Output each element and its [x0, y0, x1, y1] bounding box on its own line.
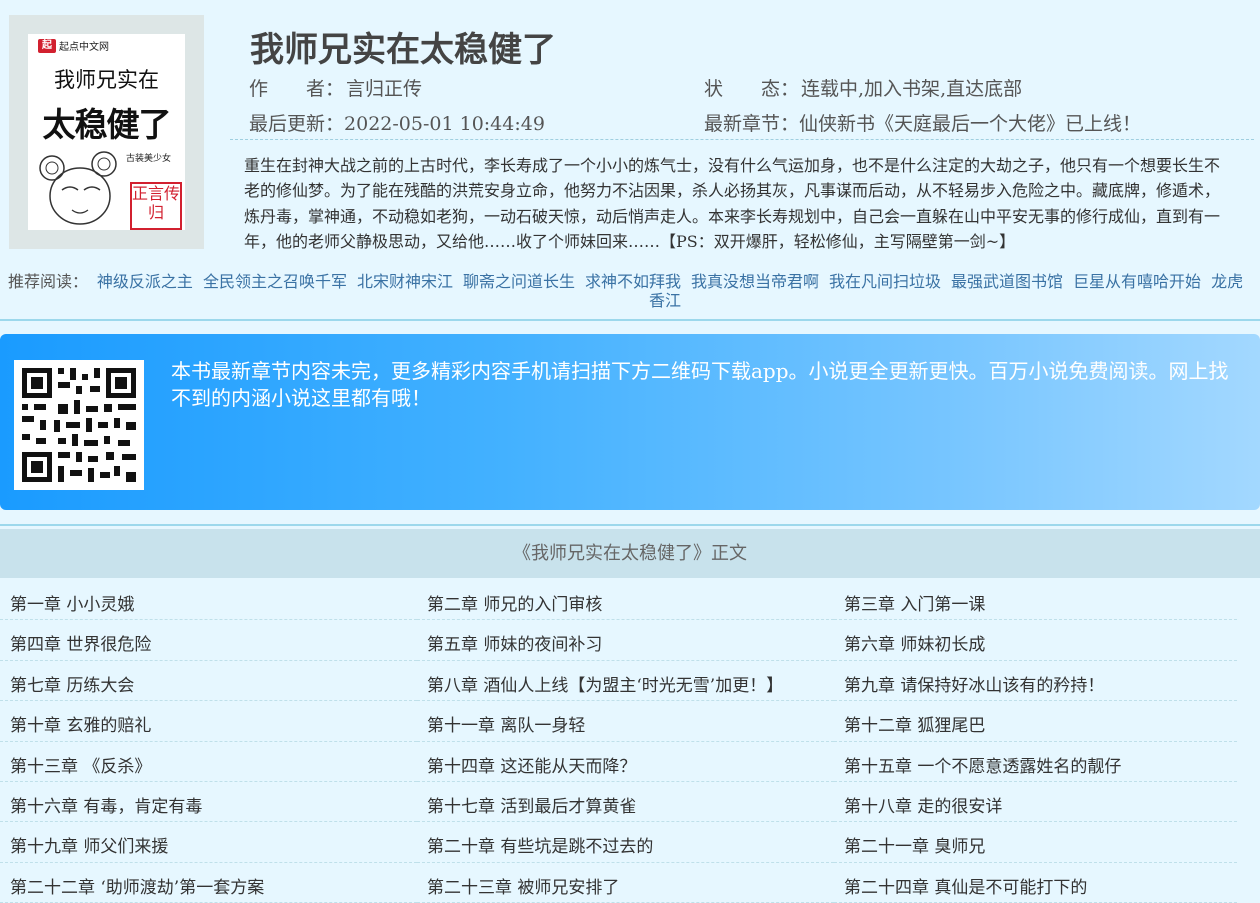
recommend-link[interactable]: 巨星从有嘻哈开始: [1073, 272, 1201, 291]
recommend-bar: 推荐阅读： 神级反派之主 全民领主之召唤千军 北宋财神宋江 聊斋之问道长生 求神不如拜我…: [0, 272, 1250, 310]
chapter-link[interactable]: 第十五章 一个不愿意透露姓名的靓仔: [834, 742, 1237, 782]
chapter-row: 第十三章 《反杀》 第十四章 这还能从天而降？ 第十五章 一个不愿意透露姓名的靓…: [0, 742, 1260, 782]
recommend-link[interactable]: 北宋财神宋江: [357, 272, 453, 291]
update-label: 最后更新：: [249, 113, 345, 135]
chapter-link[interactable]: 第一章 小小灵娥: [0, 580, 417, 621]
chapter-link[interactable]: 第三章 入门第一课: [834, 580, 1237, 621]
book-intro: 重生在封神大战之前的上古时代，李长寿成了一个小小的炼气士，没有什么气运加身，也不…: [244, 156, 1221, 251]
cover-title-line2: 太稳健了: [42, 105, 172, 144]
publisher-logo-text: 起点中文网: [59, 42, 109, 53]
chapter-link[interactable]: 第二十章 有些坑是跳不过去的: [417, 822, 834, 863]
latest-chapter-link[interactable]: 仙侠新书《天庭最后一个大佬》已上线！: [799, 113, 1141, 135]
latest-chapter-row: 最新章节：仙侠新书《天庭最后一个大佬》已上线！: [704, 109, 1141, 136]
chapter-link[interactable]: 第六章 师妹初长成: [834, 620, 1237, 661]
chapter-link[interactable]: 第五章 师妹的夜间补习: [417, 620, 834, 661]
book-cover: 起 起点中文网 我师兄实在 太稳健了 古装美少女 正言传归: [9, 15, 204, 249]
info-divider: [230, 139, 1254, 140]
recommend-link[interactable]: 我在凡间扫垃圾: [829, 272, 941, 291]
chapter-link[interactable]: 第四章 世界很危险: [0, 620, 417, 661]
chapter-link[interactable]: 第十二章 狐狸尾巴: [834, 701, 1237, 742]
banner-text: 本书最新章节内容未完，更多精彩内容手机请扫描下方二维码下载app。小说更全更新更…: [171, 359, 1229, 410]
section-divider: [0, 524, 1260, 526]
chapter-link[interactable]: 第八章 酒仙人上线【为盟主‘时光无雪’加更！】: [417, 661, 834, 702]
chapter-link[interactable]: 第十四章 这还能从天而降？: [417, 742, 834, 782]
add-to-shelf-link[interactable]: 加入书架: [864, 78, 940, 100]
chapter-link[interactable]: 第十八章 走的很安详: [834, 782, 1237, 823]
latest-chapter-label: 最新章节：: [704, 113, 800, 135]
app-download-banner: 本书最新章节内容未完，更多精彩内容手机请扫描下方二维码下载app。小说更全更新更…: [0, 334, 1260, 510]
publisher-logo: 起 起点中文网: [38, 38, 109, 53]
chapter-row: 第七章 历练大会 第八章 酒仙人上线【为盟主‘时光无雪’加更！】 第九章 请保持…: [0, 661, 1260, 702]
chapter-link[interactable]: 第七章 历练大会: [0, 661, 417, 702]
recommend-label: 推荐阅读：: [8, 272, 89, 291]
recommend-link[interactable]: 求神不如拜我: [585, 272, 681, 291]
update-time: 2022-05-01 10:44:49: [344, 113, 545, 135]
chapter-link[interactable]: 第二章 师兄的入门审核: [417, 580, 834, 621]
recommend-link[interactable]: 全民领主之召唤千军: [203, 272, 347, 291]
chapter-link[interactable]: 第十一章 离队一身轻: [417, 701, 834, 742]
recommend-link[interactable]: 神级反派之主: [97, 272, 193, 291]
status-row: 状 态： 连载中,加入书架,直达底部: [704, 74, 1022, 101]
chapter-link[interactable]: 第十章 玄雅的赔礼: [0, 701, 417, 742]
chapter-row: 第十六章 有毒，肯定有毒 第十七章 活到最后才算黄雀 第十八章 走的很安详: [0, 782, 1260, 823]
author-label: 作 者：: [249, 78, 345, 100]
chapter-link[interactable]: 第九章 请保持好冰山该有的矜持！: [834, 661, 1237, 702]
chapter-list: 第一章 小小灵娥 第二章 师兄的入门审核 第三章 入门第一课 第四章 世界很危险…: [0, 580, 1260, 903]
status-value: 连载中,: [801, 78, 865, 100]
chapter-link[interactable]: 第二十一章 臭师兄: [834, 822, 1237, 863]
author-name: 言归正传: [346, 78, 423, 100]
cover-illustration-icon: [39, 151, 117, 225]
recommend-link[interactable]: 聊斋之问道长生: [463, 272, 575, 291]
recommend-link[interactable]: 我真没想当帝君啊: [691, 272, 819, 291]
qr-code-icon[interactable]: [14, 360, 144, 490]
chapter-row: 第一章 小小灵娥 第二章 师兄的入门审核 第三章 入门第一课: [0, 580, 1260, 621]
cover-subtitle: 古装美少女: [126, 154, 172, 164]
chapter-row: 第四章 世界很危险 第五章 师妹的夜间补习 第六章 师妹初长成: [0, 620, 1260, 661]
cover-author-stamp: 正言传归: [130, 182, 182, 230]
cover-image: 起 起点中文网 我师兄实在 太稳健了 古装美少女 正言传归: [28, 34, 185, 230]
chapter-row: 第十章 玄雅的赔礼 第十一章 离队一身轻 第十二章 狐狸尾巴: [0, 701, 1260, 742]
chapter-row: 第十九章 师父们来援 第二十章 有些坑是跳不过去的 第二十一章 臭师兄: [0, 822, 1260, 863]
recommend-link[interactable]: 最强武道图书馆: [951, 272, 1063, 291]
author-row: 作 者： 言归正传: [249, 74, 422, 101]
chapter-link[interactable]: 第十七章 活到最后才算黄雀: [417, 782, 834, 823]
jump-to-bottom-link[interactable]: 直达底部: [946, 78, 1022, 100]
chapter-link[interactable]: 第十九章 师父们来援: [0, 822, 417, 863]
chapter-link[interactable]: 第十三章 《反杀》: [0, 742, 417, 782]
publisher-logo-mark: 起: [38, 38, 56, 53]
cover-title-line1: 我师兄实在: [54, 68, 159, 92]
update-row: 最后更新：2022-05-01 10:44:49: [249, 109, 545, 136]
book-title: 我师兄实在太稳健了: [250, 30, 556, 70]
chapter-list-header: 《我师兄实在太稳健了》正文: [0, 529, 1260, 578]
chapter-link[interactable]: 第十六章 有毒，肯定有毒: [0, 782, 417, 823]
status-label: 状 态：: [704, 78, 800, 100]
section-divider: [0, 319, 1260, 321]
